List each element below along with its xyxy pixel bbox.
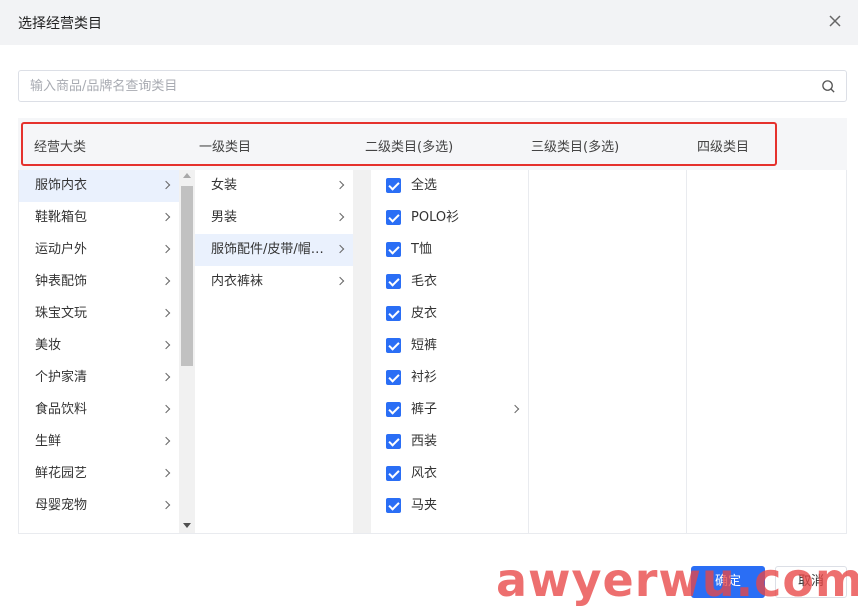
- search-input[interactable]: [19, 71, 809, 101]
- level1-item-label: 女装: [211, 178, 238, 193]
- chevron-right-icon: [335, 180, 345, 190]
- level2-item-label: T恤: [411, 242, 432, 257]
- level2-column: 全选 POLO衫 T恤毛衣皮衣短裤衬衫裤子西装风衣马夹: [371, 170, 529, 533]
- category-item-label: 母婴宠物: [35, 498, 88, 513]
- chevron-right-icon: [335, 276, 345, 286]
- level2-item[interactable]: 风衣: [371, 458, 528, 490]
- category-item[interactable]: 个护家清: [19, 362, 179, 394]
- category-item-label: 美妆: [35, 338, 62, 353]
- level2-item-label: 短裤: [411, 338, 438, 353]
- level1-item[interactable]: 男装: [195, 202, 353, 234]
- search-icon[interactable]: [821, 79, 836, 94]
- level1-item[interactable]: 内衣裤袜: [195, 266, 353, 298]
- dialog-title: 选择经营类目: [18, 16, 102, 32]
- category-item[interactable]: 运动户外: [19, 234, 179, 266]
- level2-item[interactable]: 短裤: [371, 330, 528, 362]
- level2-item[interactable]: 皮衣: [371, 298, 528, 330]
- chevron-right-icon: [161, 276, 171, 286]
- level2-item-label: 全选: [411, 178, 438, 193]
- category-scrollbar[interactable]: [179, 170, 195, 533]
- level4-column: [687, 170, 846, 533]
- category-item[interactable]: 食品饮料: [19, 394, 179, 426]
- checkbox-checked-icon[interactable]: [386, 370, 401, 385]
- level2-item-label: 西装: [411, 434, 438, 449]
- level2-item[interactable]: 裤子: [371, 394, 528, 426]
- category-item-label: 鲜花园艺: [35, 466, 88, 481]
- level2-item[interactable]: POLO衫: [371, 202, 528, 234]
- category-item-label: 个护家清: [35, 370, 88, 385]
- level2-item[interactable]: 衬衫: [371, 362, 528, 394]
- category-item-label: 鞋靴箱包: [35, 210, 88, 225]
- chevron-right-icon: [161, 372, 171, 382]
- level2-item[interactable]: 马夹: [371, 490, 528, 522]
- category-item-label: 食品饮料: [35, 402, 88, 417]
- category-columns: 服饰内衣鞋靴箱包运动户外钟表配饰珠宝文玩美妆个护家清食品饮料生鲜鲜花园艺母婴宠物…: [18, 170, 847, 534]
- checkbox-checked-icon[interactable]: [386, 434, 401, 449]
- checkbox-checked-icon[interactable]: [386, 402, 401, 417]
- level2-item-label: 裤子: [411, 402, 438, 417]
- close-icon[interactable]: [826, 12, 844, 30]
- category-item[interactable]: 美妆: [19, 330, 179, 362]
- search-box: [18, 70, 847, 102]
- chevron-right-icon: [161, 436, 171, 446]
- category-item-label: 生鲜: [35, 434, 62, 449]
- category-item[interactable]: 珠宝文玩: [19, 298, 179, 330]
- level2-item-label: 风衣: [411, 466, 438, 481]
- level2-item[interactable]: T恤: [371, 234, 528, 266]
- category-item[interactable]: 鞋靴箱包: [19, 202, 179, 234]
- level2-item[interactable]: 全选: [371, 170, 528, 202]
- highlight-box: [21, 122, 777, 166]
- category-item-label: 珠宝文玩: [35, 306, 88, 321]
- level3-column: [529, 170, 687, 533]
- category-item-label: 运动户外: [35, 242, 88, 257]
- chevron-right-icon: [161, 212, 171, 222]
- checkbox-checked-icon[interactable]: [386, 242, 401, 257]
- chevron-right-icon: [161, 468, 171, 478]
- cancel-button[interactable]: 取消: [775, 566, 847, 598]
- level2-item-label: 皮衣: [411, 306, 438, 321]
- level1-item-label: 男装: [211, 210, 238, 225]
- chevron-right-icon: [161, 308, 171, 318]
- level2-item[interactable]: 毛衣: [371, 266, 528, 298]
- category-item[interactable]: 鲜花园艺: [19, 458, 179, 490]
- category-item[interactable]: 服饰内衣: [19, 170, 179, 202]
- category-item[interactable]: 母婴宠物: [19, 490, 179, 522]
- chevron-right-icon: [161, 404, 171, 414]
- chevron-right-icon: [161, 180, 171, 190]
- category-column: 服饰内衣鞋靴箱包运动户外钟表配饰珠宝文玩美妆个护家清食品饮料生鲜鲜花园艺母婴宠物: [19, 170, 179, 533]
- confirm-button[interactable]: 确定: [691, 566, 765, 598]
- level1-gutter: [353, 170, 371, 533]
- level2-item-label: 衬衫: [411, 370, 438, 385]
- checkbox-checked-icon[interactable]: [386, 274, 401, 289]
- level1-item[interactable]: 女装: [195, 170, 353, 202]
- dialog-header: 选择经营类目: [0, 0, 858, 45]
- checkbox-checked-icon[interactable]: [386, 178, 401, 193]
- scroll-thumb[interactable]: [181, 186, 193, 366]
- level1-column: 女装男装服饰配件/皮带/帽子/围巾内衣裤袜: [195, 170, 353, 533]
- level2-item-label: POLO衫: [411, 210, 460, 225]
- chevron-right-icon: [335, 244, 345, 254]
- chevron-right-icon: [335, 212, 345, 222]
- category-item-label: 钟表配饰: [35, 274, 88, 289]
- scroll-down-icon[interactable]: [183, 523, 191, 528]
- level1-item-label: 服饰配件/皮带/帽子/围巾: [211, 242, 331, 257]
- checkbox-checked-icon[interactable]: [386, 338, 401, 353]
- scroll-up-icon[interactable]: [183, 173, 191, 178]
- chevron-right-icon: [161, 244, 171, 254]
- chevron-right-icon: [510, 404, 520, 414]
- checkbox-checked-icon[interactable]: [386, 466, 401, 481]
- checkbox-checked-icon[interactable]: [386, 498, 401, 513]
- checkbox-checked-icon[interactable]: [386, 306, 401, 321]
- chevron-right-icon: [161, 500, 171, 510]
- level1-item-label: 内衣裤袜: [211, 274, 264, 289]
- level2-item[interactable]: 西装: [371, 426, 528, 458]
- level2-item-label: 马夹: [411, 498, 438, 513]
- category-item[interactable]: 生鲜: [19, 426, 179, 458]
- level2-item-label: 毛衣: [411, 274, 438, 289]
- category-item[interactable]: 钟表配饰: [19, 266, 179, 298]
- checkbox-checked-icon[interactable]: [386, 210, 401, 225]
- chevron-right-icon: [161, 340, 171, 350]
- category-item-label: 服饰内衣: [35, 178, 88, 193]
- level1-item[interactable]: 服饰配件/皮带/帽子/围巾: [195, 234, 353, 266]
